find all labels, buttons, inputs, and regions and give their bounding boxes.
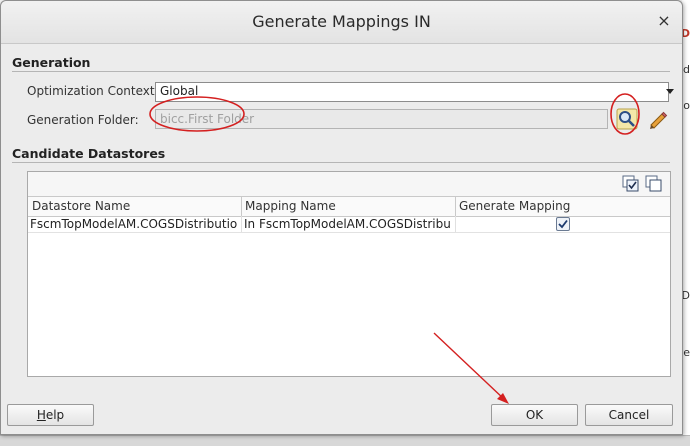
datastore-name-cell: FscmTopModelAM.COGSDistributio… [30, 217, 238, 231]
background-statusbar [0, 435, 690, 446]
ok-button[interactable]: OK [491, 404, 578, 426]
mapping-name-cell[interactable]: In FscmTopModelAM.COGSDistribu… [244, 217, 452, 231]
title-bar: Generate Mappings IN × [1, 1, 682, 44]
generation-separator [12, 71, 670, 72]
candidate-datastores-section-title: Candidate Datastores [12, 146, 166, 161]
candidate-datastores-table: Datastore Name Mapping Name Generate Map… [27, 171, 671, 377]
background-text-fragment: o [683, 99, 690, 112]
help-label: elp [45, 408, 65, 422]
table-row[interactable]: FscmTopModelAM.COGSDistributio… In FscmT… [28, 216, 670, 233]
checkmark-icon [558, 219, 568, 229]
candidates-separator [12, 162, 670, 163]
help-button[interactable]: Help [7, 404, 94, 426]
column-divider[interactable] [455, 197, 456, 216]
cell-divider [241, 216, 242, 232]
edit-folder-button[interactable] [646, 108, 668, 130]
table-toolbar [28, 172, 670, 196]
column-divider[interactable] [241, 197, 242, 216]
dialog-title: Generate Mappings IN [252, 12, 431, 31]
pencil-icon [650, 111, 668, 129]
cancel-button[interactable]: Cancel [585, 404, 673, 426]
optimization-context-value: Global [160, 84, 199, 98]
column-header-datastore-name[interactable]: Datastore Name [32, 199, 130, 213]
select-all-icon [622, 175, 639, 192]
deselect-all-icon [645, 175, 662, 192]
column-header-generate-mapping[interactable]: Generate Mapping [459, 199, 570, 213]
background-window-edge: D d o D e [681, 0, 690, 446]
generation-folder-field[interactable] [155, 109, 608, 129]
deselect-all-button[interactable] [645, 175, 663, 193]
select-all-button[interactable] [622, 175, 640, 193]
column-header-mapping-name[interactable]: Mapping Name [245, 199, 336, 213]
search-folder-button[interactable] [616, 108, 638, 130]
cell-divider [455, 216, 456, 232]
generation-folder-label: Generation Folder: [27, 113, 139, 127]
background-text-fragment: e [683, 346, 690, 359]
close-button[interactable]: × [656, 12, 672, 30]
optimization-context-label: Optimization Context: [27, 84, 159, 98]
optimization-context-select[interactable]: Global [155, 82, 674, 102]
magnifier-icon [616, 108, 638, 130]
generate-mappings-dialog: Generate Mappings IN × Generation Optimi… [0, 0, 683, 435]
help-mnemonic: H [36, 408, 46, 422]
generate-mapping-checkbox[interactable] [556, 217, 570, 231]
background-text-fragment: d [683, 63, 690, 76]
table-header: Datastore Name Mapping Name Generate Map… [28, 196, 670, 217]
generation-section-title: Generation [12, 55, 91, 70]
